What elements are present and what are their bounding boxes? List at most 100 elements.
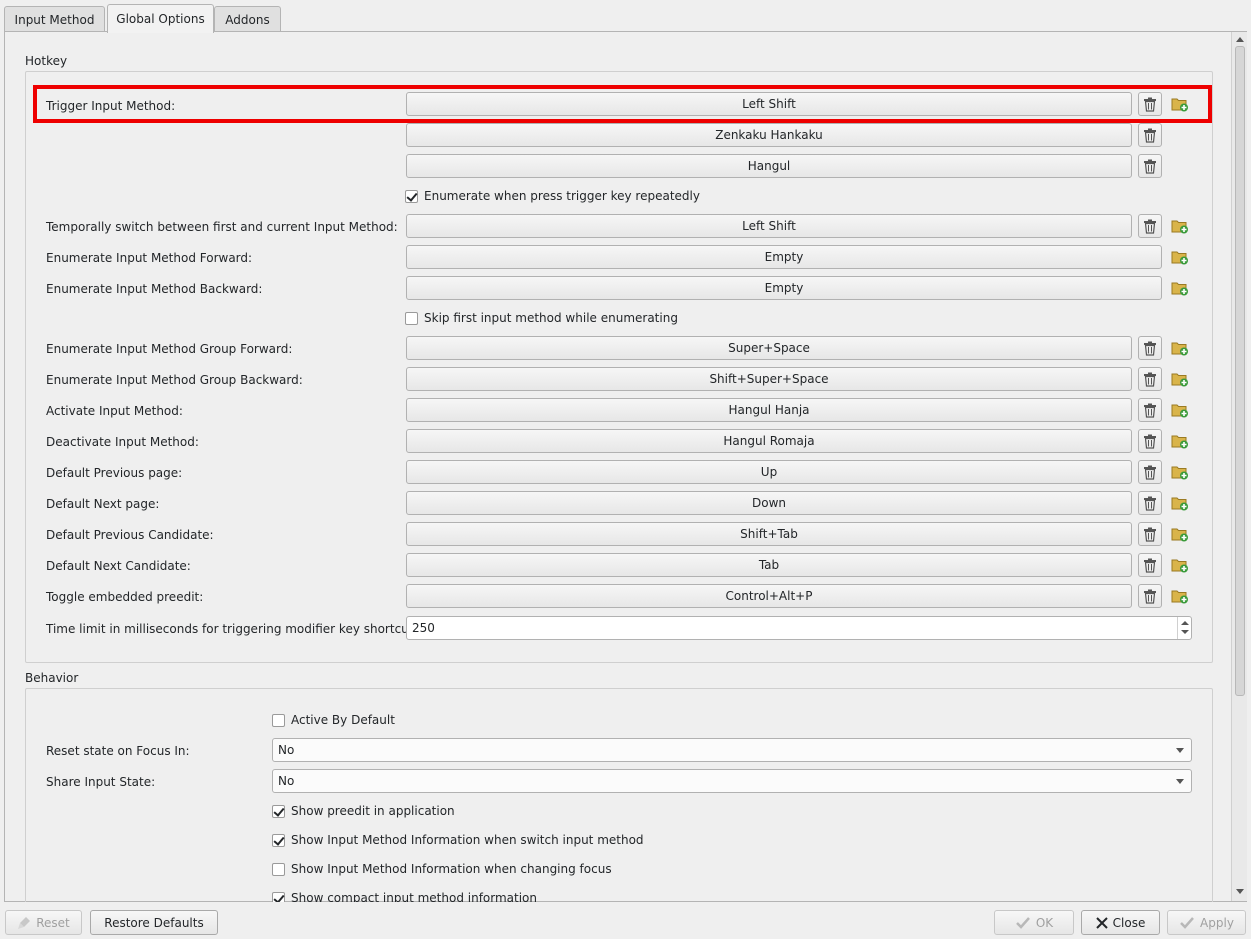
scroll-thumb[interactable] xyxy=(1235,46,1245,696)
folder-add-icon[interactable] xyxy=(1168,522,1192,546)
hotkey-row-label: Default Previous Candidate: xyxy=(46,528,214,542)
trash-icon[interactable] xyxy=(1138,154,1162,178)
hotkey-row-key-button[interactable]: Down xyxy=(406,491,1132,515)
behavior-group-title: Behavior xyxy=(25,671,79,685)
reset-state-label: Reset state on Focus In: xyxy=(46,744,190,758)
folder-add-icon[interactable] xyxy=(1168,92,1192,116)
time-limit-spinbox[interactable]: 250 xyxy=(406,616,1192,640)
show-compact-info-label: Show compact input method information xyxy=(291,891,538,902)
active-by-default-label: Active By Default xyxy=(291,713,395,727)
hotkey-row-key-button[interactable]: Shift+Tab xyxy=(406,522,1132,546)
checkbox-box[interactable] xyxy=(272,713,285,727)
check-icon xyxy=(1179,916,1195,930)
apply-button[interactable]: Apply xyxy=(1167,910,1246,935)
tab-addons[interactable]: Addons xyxy=(214,6,281,32)
enum-forward-key-button[interactable]: Empty xyxy=(406,245,1162,269)
checkbox-box[interactable] xyxy=(405,189,418,203)
folder-add-icon[interactable] xyxy=(1168,245,1192,269)
folder-add-icon[interactable] xyxy=(1168,460,1192,484)
enum-backward-label: Enumerate Input Method Backward: xyxy=(46,282,263,296)
folder-add-icon[interactable] xyxy=(1168,491,1192,515)
trash-icon[interactable] xyxy=(1138,123,1162,147)
close-button[interactable]: Close xyxy=(1081,910,1160,935)
trash-icon[interactable] xyxy=(1138,336,1162,360)
checkbox-box[interactable] xyxy=(405,311,418,325)
ok-button[interactable]: OK xyxy=(994,910,1074,935)
show-im-info-focus-checkbox[interactable]: Show Input Method Information when chang… xyxy=(272,862,612,876)
scroll-down-icon[interactable] xyxy=(1236,889,1244,894)
hotkey-row-label: Enumerate Input Method Group Backward: xyxy=(46,373,303,387)
checkbox-box[interactable] xyxy=(272,833,285,847)
share-state-select[interactable]: No xyxy=(272,769,1192,793)
enumerate-repeat-checkbox[interactable]: Enumerate when press trigger key repeate… xyxy=(405,189,700,203)
hotkey-row-label: Default Next page: xyxy=(46,497,160,511)
hotkey-row-label: Deactivate Input Method: xyxy=(46,435,199,449)
show-im-info-focus-label: Show Input Method Information when chang… xyxy=(291,862,612,876)
hotkey-row-key-button[interactable]: Hangul Romaja xyxy=(406,429,1132,453)
show-compact-info-checkbox[interactable]: Show compact input method information xyxy=(272,891,537,902)
scroll-area: Hotkey Trigger Input Method: Left Shift … xyxy=(6,33,1231,902)
folder-add-icon[interactable] xyxy=(1168,584,1192,608)
restore-defaults-label: Restore Defaults xyxy=(104,915,204,930)
close-icon xyxy=(1095,916,1108,929)
broom-icon xyxy=(17,916,31,930)
spin-buttons[interactable] xyxy=(1177,617,1191,639)
folder-add-icon[interactable] xyxy=(1168,553,1192,577)
trash-icon[interactable] xyxy=(1138,92,1162,116)
reset-state-select[interactable]: No xyxy=(272,738,1192,762)
folder-add-icon[interactable] xyxy=(1168,214,1192,238)
scroll-up-icon[interactable] xyxy=(1236,37,1244,42)
apply-label: Apply xyxy=(1200,915,1234,930)
folder-add-icon[interactable] xyxy=(1168,398,1192,422)
hotkey-row-key-button[interactable]: Up xyxy=(406,460,1132,484)
trigger-key-3-button[interactable]: Hangul xyxy=(406,154,1132,178)
hotkey-row-key-button[interactable]: Shift+Super+Space xyxy=(406,367,1132,391)
folder-add-icon[interactable] xyxy=(1168,276,1192,300)
behavior-group xyxy=(25,688,1213,902)
hotkey-row-key-button[interactable]: Hangul Hanja xyxy=(406,398,1132,422)
show-im-info-switch-label: Show Input Method Information when switc… xyxy=(291,833,644,847)
checkbox-box[interactable] xyxy=(272,804,285,818)
check-icon xyxy=(1015,916,1031,930)
temp-switch-key-button[interactable]: Left Shift xyxy=(406,214,1132,238)
checkbox-box[interactable] xyxy=(272,862,285,876)
trash-icon[interactable] xyxy=(1138,460,1162,484)
hotkey-row-key-button[interactable]: Control+Alt+P xyxy=(406,584,1132,608)
trash-icon[interactable] xyxy=(1138,553,1162,577)
trash-icon[interactable] xyxy=(1138,584,1162,608)
active-by-default-checkbox[interactable]: Active By Default xyxy=(272,713,395,727)
trash-icon[interactable] xyxy=(1138,398,1162,422)
trigger-input-method-label: Trigger Input Method: xyxy=(46,99,176,113)
trigger-key-1-button[interactable]: Left Shift xyxy=(406,92,1132,116)
chevron-down-icon xyxy=(1176,779,1184,784)
folder-add-icon[interactable] xyxy=(1168,429,1192,453)
reset-button[interactable]: Reset xyxy=(5,910,82,935)
show-im-info-switch-checkbox[interactable]: Show Input Method Information when switc… xyxy=(272,833,644,847)
trash-icon[interactable] xyxy=(1138,429,1162,453)
folder-add-icon[interactable] xyxy=(1168,336,1192,360)
spin-down-icon[interactable] xyxy=(1181,630,1189,634)
global-options-panel: Hotkey Trigger Input Method: Left Shift … xyxy=(4,31,1247,902)
spin-up-icon[interactable] xyxy=(1181,621,1189,625)
time-limit-value: 250 xyxy=(412,621,435,635)
tab-global-options[interactable]: Global Options xyxy=(107,4,214,33)
folder-add-icon[interactable] xyxy=(1168,367,1192,391)
hotkey-row-key-button[interactable]: Super+Space xyxy=(406,336,1132,360)
tab-input-method[interactable]: Input Method xyxy=(4,6,105,32)
trash-icon[interactable] xyxy=(1138,367,1162,391)
skip-first-checkbox[interactable]: Skip first input method while enumeratin… xyxy=(405,311,678,325)
show-preedit-label: Show preedit in application xyxy=(291,804,455,818)
restore-defaults-button[interactable]: Restore Defaults xyxy=(90,910,218,935)
temp-switch-label: Temporally switch between first and curr… xyxy=(46,220,398,234)
hotkey-row-label: Enumerate Input Method Group Forward: xyxy=(46,342,293,356)
trash-icon[interactable] xyxy=(1138,491,1162,515)
trigger-key-2-button[interactable]: Zenkaku Hankaku xyxy=(406,123,1132,147)
show-preedit-checkbox[interactable]: Show preedit in application xyxy=(272,804,455,818)
vertical-scrollbar[interactable] xyxy=(1231,32,1247,901)
trash-icon[interactable] xyxy=(1138,214,1162,238)
trash-icon[interactable] xyxy=(1138,522,1162,546)
enum-backward-key-button[interactable]: Empty xyxy=(406,276,1162,300)
checkbox-box[interactable] xyxy=(272,891,285,902)
close-label: Close xyxy=(1112,915,1146,930)
hotkey-row-key-button[interactable]: Tab xyxy=(406,553,1132,577)
